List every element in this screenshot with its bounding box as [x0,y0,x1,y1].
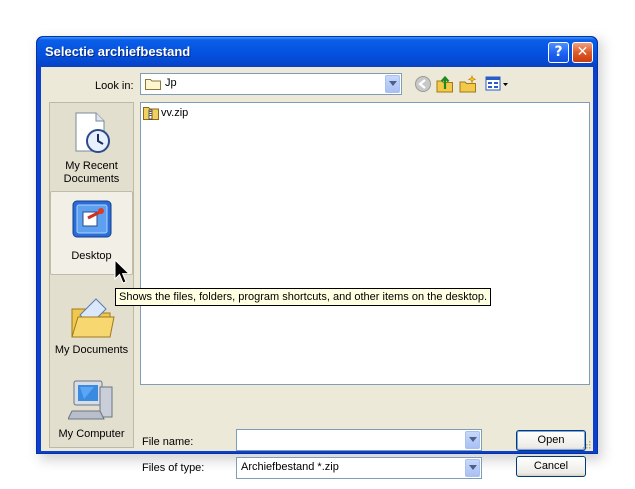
file-list[interactable]: vv.zip [140,102,590,385]
file-open-dialog: Selectie archiefbestand ? ✕ Look in: Jp [36,36,598,479]
files-of-type-label: Files of type: [142,462,205,474]
recent-documents-icon [75,112,110,153]
close-button[interactable]: ✕ [572,42,593,63]
chevron-down-icon[interactable] [385,75,400,93]
zip-folder-icon [143,107,159,120]
files-of-type-value: Archiefbestand *.zip [241,461,339,473]
back-icon[interactable] [414,75,432,93]
cancel-button[interactable]: Cancel [516,456,586,477]
new-folder-icon[interactable] [459,75,477,93]
my-computer-icon [66,380,112,420]
look-in-dropdown[interactable]: Jp [140,73,402,95]
place-my-computer[interactable]: My Computer [50,373,133,447]
files-of-type-dropdown[interactable]: Archiefbestand *.zip [236,457,482,479]
place-label: My Recent [65,160,118,172]
chevron-down-icon[interactable] [465,459,480,477]
title-bar[interactable]: Selectie archiefbestand ? ✕ [37,37,597,67]
desktop-tooltip: Shows the files, folders, program shortc… [115,288,492,306]
place-my-recent-documents[interactable]: My Recent Documents [50,107,133,185]
file-name-label: File name: [142,436,194,448]
place-label: My Documents [54,344,129,356]
my-documents-icon [70,298,115,338]
file-name-field[interactable] [236,429,482,451]
place-label: Documents [63,173,120,185]
look-in-label: Look in: [95,80,134,92]
folder-icon [145,79,161,90]
up-folder-icon[interactable] [436,75,454,93]
mouse-pointer-icon [114,259,131,284]
chevron-down-icon[interactable] [465,431,480,449]
help-button[interactable]: ? [548,42,569,63]
view-menu-icon[interactable] [485,75,509,93]
dialog-title: Selectie archiefbestand [45,44,191,59]
open-button[interactable]: Open [516,430,586,451]
look-in-value: Jp [165,77,177,89]
resize-grip-icon[interactable] [581,439,591,449]
desktop-icon [72,200,111,238]
place-label: My Computer [58,428,125,440]
file-name: vv.zip [161,107,189,119]
